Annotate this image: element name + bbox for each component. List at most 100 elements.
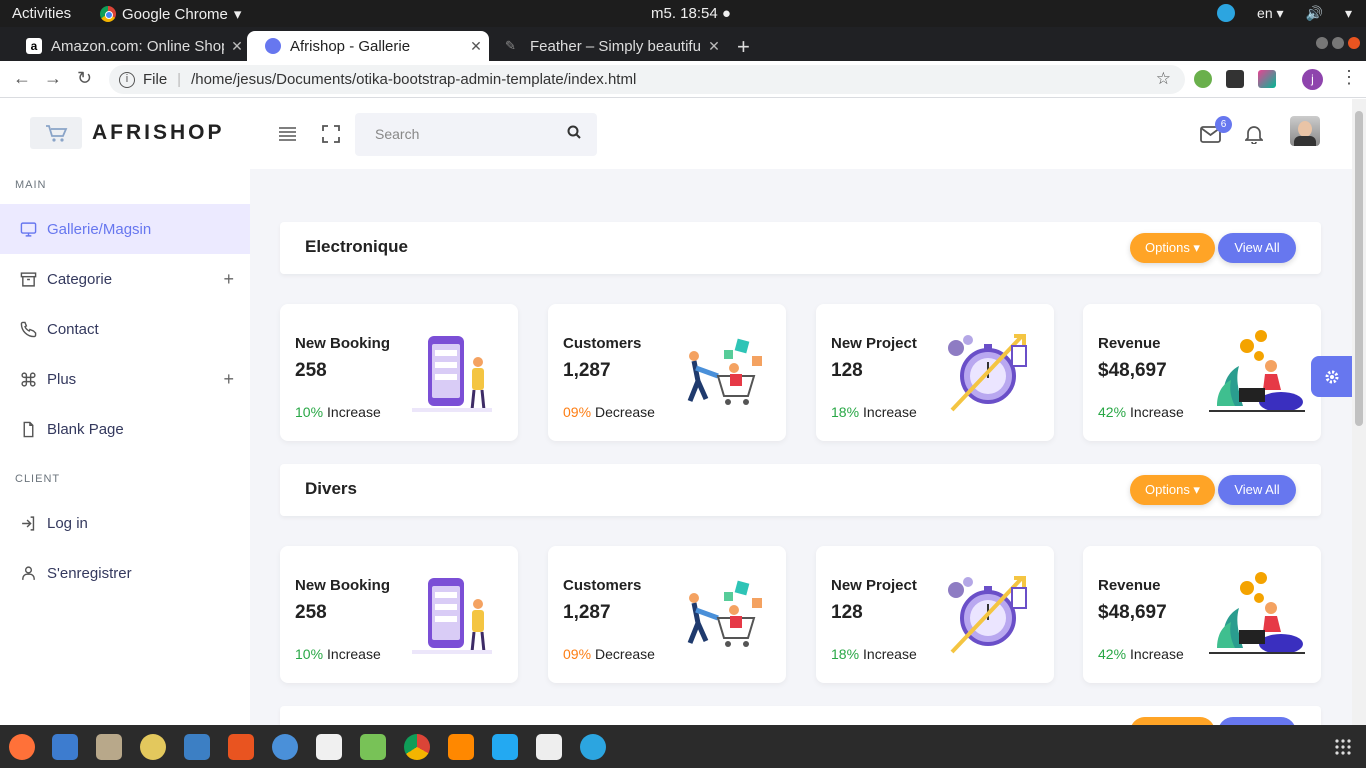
tab-strip: a Amazon.com: Online Shopping ✕ Afrishop…: [0, 27, 1366, 61]
view-all-button[interactable]: [1218, 717, 1296, 725]
options-button[interactable]: [1130, 717, 1215, 725]
clock[interactable]: m5. 18:54 ●: [651, 5, 731, 22]
forward-arrow-icon[interactable]: →: [44, 68, 62, 89]
hamburger-menu-icon[interactable]: [278, 126, 297, 142]
view-all-button[interactable]: View All: [1218, 233, 1296, 263]
telegram-icon[interactable]: [580, 734, 606, 760]
maximize-button[interactable]: [1332, 37, 1344, 49]
profile-avatar[interactable]: j: [1302, 69, 1323, 90]
new-tab-button[interactable]: +: [737, 34, 750, 60]
extension-s-icon[interactable]: [1258, 70, 1276, 88]
search-icon[interactable]: [567, 125, 581, 139]
stat-percent: 09%: [563, 404, 592, 420]
scrollbar-thumb[interactable]: [1355, 111, 1363, 426]
stat-card-revenue[interactable]: Revenue $48,697 42% Increase: [1083, 304, 1321, 441]
firefox-icon[interactable]: [9, 734, 35, 760]
brand[interactable]: AFRISHOP: [30, 117, 225, 149]
revenue-coins-illustration: [1209, 330, 1305, 412]
project-stopwatch-illustration: [948, 576, 1027, 654]
expand-plus-icon[interactable]: +: [223, 269, 234, 290]
vscode-icon[interactable]: [492, 734, 518, 760]
dock: [0, 725, 1366, 768]
language-indicator[interactable]: en ▾: [1257, 5, 1284, 22]
expand-plus-icon[interactable]: +: [223, 369, 234, 390]
close-window-button[interactable]: [1348, 37, 1360, 49]
telegram-tray-icon[interactable]: [1217, 4, 1236, 22]
kebab-menu-icon[interactable]: ⋮: [1340, 67, 1358, 88]
section-title: Electronique: [305, 237, 408, 256]
stat-card-new-project[interactable]: New Project 128 18% Increase: [816, 304, 1054, 441]
bookmark-star-icon[interactable]: ☆: [1156, 69, 1171, 89]
system-tray[interactable]: en ▾ 🔊 ▾: [1217, 4, 1352, 22]
sidebar-item-plus[interactable]: Plus +: [0, 354, 250, 404]
extension-download-icon[interactable]: [1194, 70, 1212, 88]
stat-trend-label: Increase: [863, 646, 917, 662]
sidebar-item-gallerie[interactable]: Gallerie/Magsin: [0, 204, 250, 254]
tab-feather[interactable]: ✎ Feather – Simply beautiful open source…: [487, 31, 727, 61]
settings-panel-toggle[interactable]: [1311, 356, 1352, 397]
minimize-button[interactable]: [1316, 37, 1328, 49]
amazon-icon[interactable]: [316, 734, 342, 760]
tab-amazon[interactable]: a Amazon.com: Online Shopping ✕: [8, 31, 250, 61]
view-all-button[interactable]: View All: [1218, 475, 1296, 505]
chrome-icon[interactable]: [404, 734, 430, 760]
app-menu[interactable]: Google Chrome ▾: [100, 5, 241, 23]
mail-count-badge: 6: [1215, 116, 1232, 133]
volume-icon[interactable]: 🔊: [1306, 5, 1323, 22]
vlc-icon[interactable]: [448, 734, 474, 760]
archive-icon: [20, 271, 37, 287]
page-scrollbar[interactable]: [1352, 99, 1366, 725]
writer-icon[interactable]: [184, 734, 210, 760]
show-applications-icon[interactable]: [1334, 738, 1352, 756]
tab-title: Afrishop - Gallerie: [290, 37, 411, 55]
sidebar-item-categorie[interactable]: Categorie +: [0, 254, 250, 304]
stat-card-new-booking[interactable]: New Booking 258 10% Increase: [280, 304, 518, 441]
help-icon[interactable]: [272, 734, 298, 760]
back-arrow-icon[interactable]: ←: [13, 68, 31, 89]
close-tab-icon[interactable]: ✕: [463, 38, 489, 55]
url-scheme: File: [143, 71, 168, 88]
options-button[interactable]: Options ▾: [1130, 475, 1215, 505]
software-icon[interactable]: [228, 734, 254, 760]
stat-trend-label: Increase: [1130, 404, 1184, 420]
extension-cube-icon[interactable]: [1226, 70, 1244, 88]
stat-card-revenue[interactable]: Revenue $48,697 42% Increase: [1083, 546, 1321, 683]
thunderbird-icon[interactable]: [52, 734, 78, 760]
options-button[interactable]: Options ▾: [1130, 233, 1215, 263]
caret-down-icon: ▾: [233, 6, 242, 23]
stat-value: 258: [295, 360, 327, 381]
reload-icon[interactable]: ↻: [77, 68, 92, 89]
stat-percent: 09%: [563, 646, 592, 662]
stat-card-new-project[interactable]: New Project 128 18% Increase: [816, 546, 1054, 683]
fullscreen-icon[interactable]: [322, 125, 340, 143]
stat-card-customers[interactable]: Customers 1,287 09% Decrease: [548, 546, 786, 683]
bell-icon[interactable]: [1245, 125, 1263, 144]
stat-trend-label: Increase: [1130, 646, 1184, 662]
window-controls: [1316, 37, 1360, 49]
info-icon[interactable]: i: [119, 71, 135, 88]
customers-cart-illustration: [687, 580, 762, 647]
files-icon[interactable]: [96, 734, 122, 760]
sidebar-item-blank-page[interactable]: Blank Page: [0, 404, 250, 454]
stat-percent: 18%: [831, 404, 860, 420]
power-menu-icon[interactable]: ▾: [1345, 5, 1352, 22]
section-electronique: Electronique Options ▾ View All: [280, 222, 1321, 274]
sidebar-item-login[interactable]: Log in: [0, 498, 250, 548]
draw-icon[interactable]: [536, 734, 562, 760]
stat-card-new-booking[interactable]: New Booking 258 10% Increase: [280, 546, 518, 683]
address-bar[interactable]: i File | /home/jesus/Documents/otika-boo…: [109, 65, 1185, 94]
sidebar-item-register[interactable]: S'enregistrer: [0, 548, 250, 598]
close-tab-icon[interactable]: ✕: [701, 38, 727, 55]
stat-value: 1,287: [563, 360, 611, 381]
tab-afrishop[interactable]: Afrishop - Gallerie ✕: [247, 31, 489, 61]
user-avatar[interactable]: [1290, 116, 1320, 146]
stat-card-customers[interactable]: Customers 1,287 09% Decrease: [548, 304, 786, 441]
sidebar-item-label: Gallerie/Magsin: [47, 220, 152, 238]
rhythmbox-icon[interactable]: [140, 734, 166, 760]
booking-phone-illustration: [412, 336, 492, 412]
android-studio-icon[interactable]: [360, 734, 386, 760]
sidebar-item-contact[interactable]: Contact: [0, 304, 250, 354]
search-input[interactable]: Search: [355, 113, 597, 156]
file-icon: [23, 421, 34, 437]
activities-button[interactable]: Activities: [12, 5, 71, 22]
